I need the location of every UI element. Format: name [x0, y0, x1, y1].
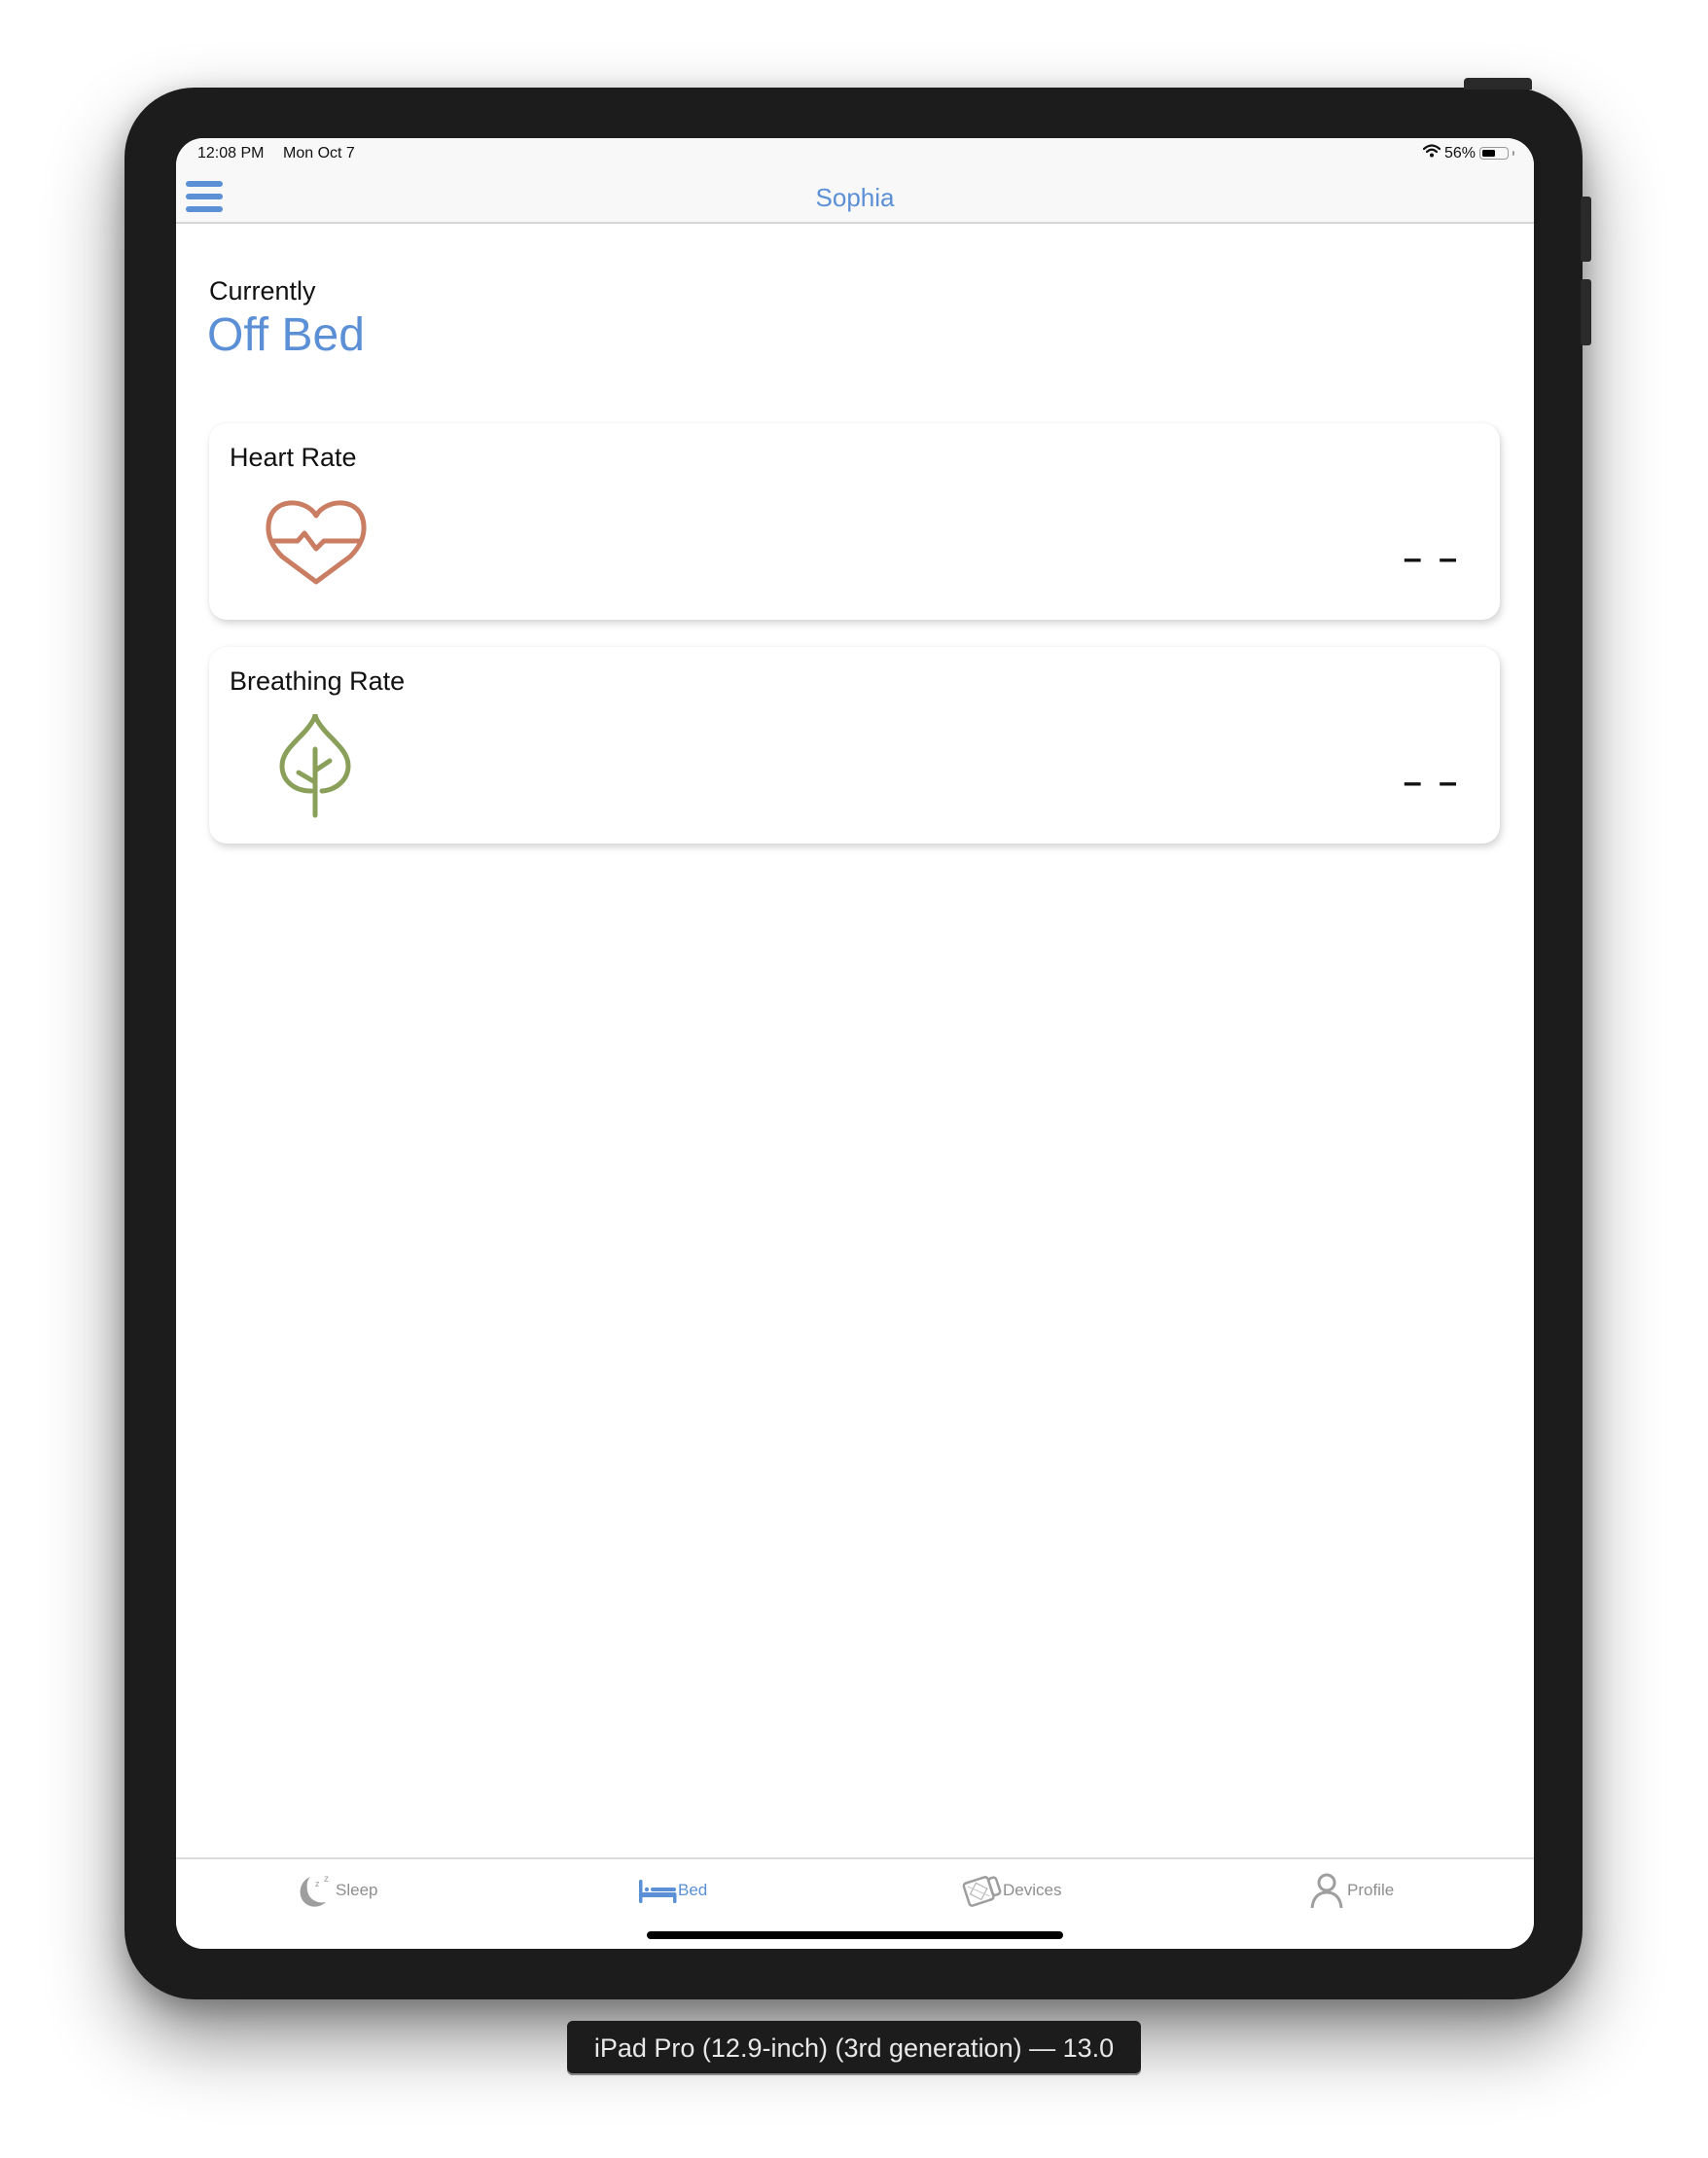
moon-sleep-icon: z z	[295, 1871, 336, 1910]
tab-sleep[interactable]: z z Sleep	[295, 1869, 377, 1912]
leaf-icon	[279, 712, 352, 819]
heart-pulse-icon	[263, 494, 370, 586]
devices-icon	[962, 1873, 1003, 1908]
heart-rate-card[interactable]: Heart Rate – –	[209, 423, 1500, 620]
status-time: 12:08 PM	[197, 145, 265, 162]
tab-devices-label: Devices	[1003, 1881, 1062, 1899]
navigation-bar: Sophia	[176, 177, 1534, 224]
breathing-rate-value: – –	[1403, 764, 1461, 801]
status-indicators: 56%	[1422, 144, 1514, 162]
tab-bed[interactable]: Bed	[637, 1869, 707, 1912]
power-button	[1464, 78, 1532, 90]
status-bar: 12:08 PM Mon Oct 7 56%	[176, 138, 1534, 177]
svg-text:z: z	[315, 1879, 320, 1888]
battery-icon	[1479, 147, 1509, 160]
breathing-rate-title: Breathing Rate	[230, 666, 406, 696]
bed-icon	[637, 1876, 678, 1905]
wifi-icon	[1422, 144, 1441, 162]
battery-fill	[1482, 150, 1495, 157]
svg-text:z: z	[324, 1874, 329, 1885]
battery-cap	[1512, 151, 1514, 156]
tab-sleep-label: Sleep	[336, 1881, 378, 1899]
tab-devices[interactable]: Devices	[962, 1869, 1061, 1912]
bed-status-value: Off Bed	[207, 309, 365, 361]
device-screen: 12:08 PM Mon Oct 7 56% Sophia Currently …	[176, 138, 1534, 1949]
heart-rate-value: – –	[1403, 540, 1461, 577]
heart-rate-title: Heart Rate	[230, 443, 357, 472]
person-icon	[1308, 1871, 1347, 1910]
volume-down-button	[1581, 279, 1591, 345]
bed-status-label: Currently	[209, 276, 316, 306]
volume-up-button	[1581, 197, 1591, 262]
tab-bed-label: Bed	[678, 1881, 708, 1899]
simulator-device-label: iPad Pro (12.9-inch) (3rd generation) — …	[567, 2021, 1141, 2075]
status-date: Mon Oct 7	[283, 145, 355, 162]
tab-profile-label: Profile	[1347, 1881, 1395, 1899]
breathing-rate-card[interactable]: Breathing Rate – –	[209, 647, 1500, 844]
nav-title: Sophia	[815, 183, 895, 212]
tab-profile[interactable]: Profile	[1308, 1869, 1394, 1912]
home-indicator[interactable]	[647, 1931, 1063, 1939]
battery-percent: 56%	[1443, 144, 1476, 162]
